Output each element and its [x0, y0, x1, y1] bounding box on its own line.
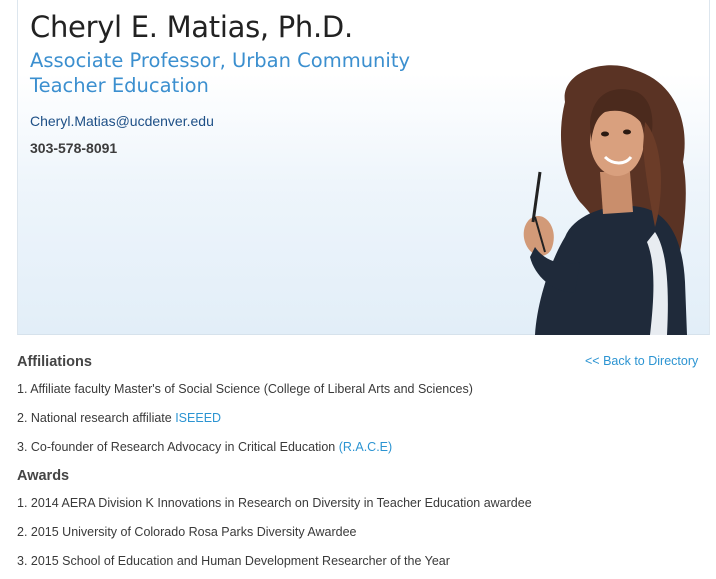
- iseeed-link[interactable]: ISEEED: [175, 411, 221, 425]
- profile-title: Associate Professor, Urban Community Tea…: [30, 49, 411, 97]
- award-item: 1. 2014 AERA Division K Innovations in R…: [17, 496, 532, 510]
- phone-number: 303-578-8091: [30, 140, 118, 156]
- award-item: 3. 2015 School of Education and Human De…: [17, 554, 450, 568]
- affiliation-text: 3. Co-founder of Research Advocacy in Cr…: [17, 440, 339, 454]
- award-item: 2. 2015 University of Colorado Rosa Park…: [17, 525, 357, 539]
- affiliation-text: 1. Affiliate faculty Master's of Social …: [17, 382, 473, 396]
- profile-photo: [505, 62, 710, 335]
- portrait-photo-icon: [523, 65, 687, 335]
- affiliation-text: 2. National research affiliate: [17, 411, 176, 425]
- affiliation-item: 2. National research affiliate ISEEED: [17, 411, 221, 425]
- affiliation-item: 3. Co-founder of Research Advocacy in Cr…: [17, 440, 392, 454]
- awards-heading: Awards: [17, 468, 70, 484]
- profile-name: Cheryl E. Matias, Ph.D.: [30, 10, 353, 44]
- affiliation-item: 1. Affiliate faculty Master's of Social …: [17, 382, 473, 396]
- back-to-directory-link[interactable]: << Back to Directory: [585, 354, 698, 368]
- affiliations-heading: Affiliations: [17, 354, 92, 370]
- race-link[interactable]: (R.A.C.E): [339, 440, 392, 454]
- email-link[interactable]: Cheryl.Matias@ucdenver.edu: [30, 113, 214, 129]
